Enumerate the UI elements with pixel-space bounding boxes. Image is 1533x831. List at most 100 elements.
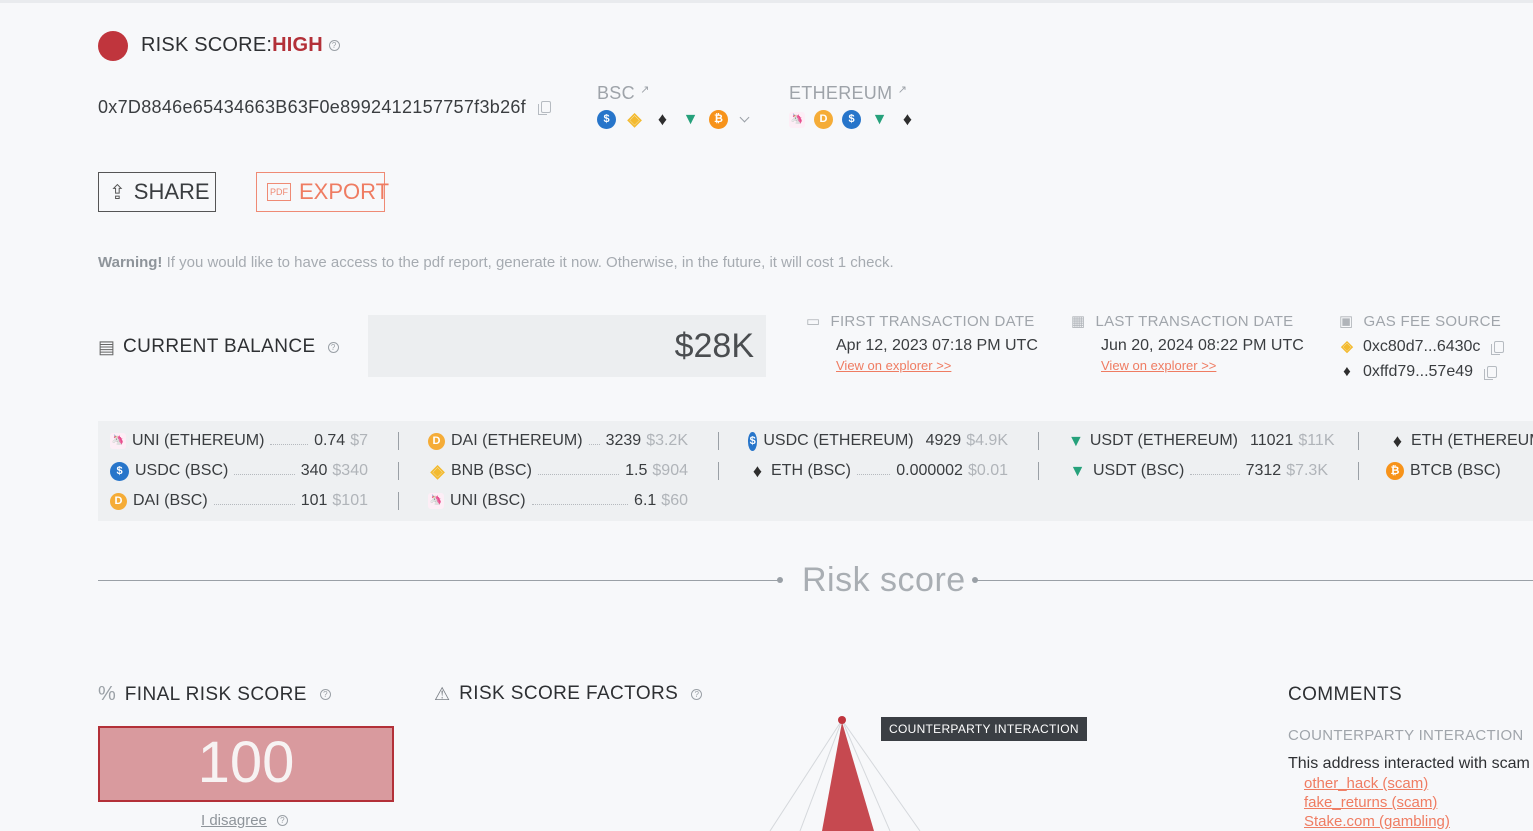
wallet-address: 0x7D8846e65434663B63F0e8992412157757f3b2… xyxy=(98,97,552,118)
holding-item: ₿ BTCB (BSC) xyxy=(1386,456,1533,486)
usdc-icon: $ xyxy=(748,431,758,451)
comment-link[interactable]: Stake.com (gambling) xyxy=(1304,813,1450,830)
comment-heading: COUNTERPARTY INTERACTION xyxy=(1288,727,1524,744)
share-label: SHARE xyxy=(133,179,210,204)
holding-usd: $4.9K xyxy=(966,432,1008,449)
network-name: BSC xyxy=(597,83,635,103)
risk-indicator-dot xyxy=(98,31,128,61)
last-tx-explorer-link[interactable]: View on explorer >> xyxy=(1101,358,1304,373)
holding-usd: $904 xyxy=(652,462,688,479)
holding-amount: 6.1 xyxy=(634,492,657,509)
share-icon: ⇪ xyxy=(109,181,126,204)
export-label: EXPORT xyxy=(299,179,390,204)
eth-icon: ♦ xyxy=(657,109,668,129)
risk-score-title: RISK SCORE:HIGH ? xyxy=(141,34,340,57)
holding-item: 🦄 UNI (ETHEREUM) 0.74 $7 xyxy=(110,426,368,456)
comment-link[interactable]: other_hack (scam) xyxy=(1304,775,1428,792)
address-text: 0x7D8846e65434663B63F0e8992412157757f3b2… xyxy=(98,97,526,117)
uni-icon: 🦄 xyxy=(428,493,444,509)
divider xyxy=(398,492,399,510)
copy-icon[interactable] xyxy=(1484,365,1498,380)
balance-label: CURRENT BALANCE xyxy=(123,336,316,357)
dotted-leader xyxy=(213,503,295,505)
usdt-icon: ▼ xyxy=(871,111,888,128)
holding-name: USDT (ETHEREUM) xyxy=(1089,432,1238,449)
holding-usd: $11K xyxy=(1298,432,1335,449)
chevron-down-icon[interactable] xyxy=(739,112,750,123)
last-tx-label: LAST TRANSACTION DATE xyxy=(1095,312,1294,330)
dotted-leader xyxy=(1190,473,1240,475)
btc-icon: ₿ xyxy=(1386,462,1404,480)
holding-amount: 0.74 xyxy=(314,432,346,449)
holding-item: ♦ ETH (BSC) 0.000002 $0.01 xyxy=(748,456,1008,486)
holding-amount: 101 xyxy=(300,492,328,509)
calendar-arrow-icon: ▭ xyxy=(806,313,821,330)
network-ethereum: ETHEREUM ↗ 🦄 D $ ▼ ♦ xyxy=(789,83,917,129)
holding-item: D DAI (ETHEREUM) 3239 $3.2K xyxy=(428,426,688,456)
help-icon[interactable]: ? xyxy=(276,815,288,826)
pdf-warning: Warning! If you would like to have acces… xyxy=(98,254,894,271)
bnb-icon: ◈ xyxy=(627,109,642,129)
chart-tooltip: COUNTERPARTY INTERACTION xyxy=(881,717,1087,741)
holding-item: ▼ USDT (ETHEREUM) 11021 $11K xyxy=(1068,426,1335,456)
eth-icon: ♦ xyxy=(1343,363,1351,380)
wallet-icon: ▣ xyxy=(1339,313,1354,330)
holding-name: DAI (BSC) xyxy=(133,492,208,509)
warning-triangle-icon: ⚠ xyxy=(434,683,451,704)
last-transaction: ▦ LAST TRANSACTION DATE Jun 20, 2024 08:2… xyxy=(1071,312,1304,374)
risk-factors-header: ⚠ RISK SCORE FACTORS ? xyxy=(434,683,703,705)
share-button[interactable]: ⇪ SHARE xyxy=(98,172,216,212)
holding-name: USDT (BSC) xyxy=(1093,462,1185,479)
holding-amount: 0.000002 xyxy=(896,462,963,479)
divider xyxy=(1358,462,1359,480)
divider xyxy=(1038,432,1039,450)
usdc-icon: $ xyxy=(597,110,616,129)
balance-label-group: ▤ CURRENT BALANCE ? xyxy=(98,336,339,358)
divider-dot xyxy=(777,577,783,583)
external-link-icon[interactable]: ↗ xyxy=(640,84,650,96)
holding-item: $ USDC (BSC) 340 $340 xyxy=(110,456,368,486)
external-link-icon[interactable]: ↗ xyxy=(898,84,908,96)
holding-name: BTCB (BSC) xyxy=(1410,462,1501,479)
first-tx-explorer-link[interactable]: View on explorer >> xyxy=(836,358,1038,373)
holding-item: D DAI (BSC) 101 $101 xyxy=(110,486,368,516)
holding-amount: 11021 xyxy=(1250,432,1294,449)
holding-usd: $7 xyxy=(350,432,368,449)
holding-name: USDC (ETHEREUM) xyxy=(763,432,914,449)
comments-label: COMMENTS xyxy=(1288,684,1403,705)
first-tx-date: Apr 12, 2023 07:18 PM UTC xyxy=(836,337,1038,354)
bnb-icon: ◈ xyxy=(1341,338,1353,355)
eth-icon: ♦ xyxy=(752,460,763,481)
holding-item: $ USDC (ETHEREUM) 4929 $4.9K xyxy=(748,426,1008,456)
divider xyxy=(398,432,399,450)
last-tx-date: Jun 20, 2024 08:22 PM UTC xyxy=(1101,337,1304,354)
comment-link[interactable]: fake_returns (scam) xyxy=(1304,794,1437,811)
disagree-group: I disagree ? xyxy=(201,812,288,829)
help-icon[interactable]: ? xyxy=(319,689,331,700)
help-icon[interactable]: ? xyxy=(691,688,703,700)
holding-amount: 1.5 xyxy=(625,462,648,479)
percent-icon: % xyxy=(98,683,116,705)
radar-point[interactable] xyxy=(838,716,846,724)
dotted-leader xyxy=(270,443,309,445)
holding-amount: 3239 xyxy=(605,432,642,449)
usdc-icon: $ xyxy=(110,461,129,481)
risk-level: HIGH xyxy=(272,34,323,56)
section-title: Risk score xyxy=(802,561,966,599)
copy-icon[interactable] xyxy=(1491,340,1505,355)
section-divider-left xyxy=(98,580,780,581)
usdt-icon: ▼ xyxy=(682,111,699,128)
network-name: ETHEREUM xyxy=(789,83,893,103)
disagree-link[interactable]: I disagree xyxy=(201,812,267,829)
risk-factors-label: RISK SCORE FACTORS xyxy=(459,683,679,704)
bnb-icon: ◈ xyxy=(430,460,445,481)
copy-icon[interactable] xyxy=(538,101,552,115)
help-icon[interactable]: ? xyxy=(327,341,339,353)
export-button[interactable]: PDF EXPORT xyxy=(256,172,389,212)
help-icon[interactable]: ? xyxy=(328,40,340,52)
dotted-leader xyxy=(588,443,600,445)
holding-usd: $3.2K xyxy=(646,432,688,449)
gas-label: GAS FEE SOURCE xyxy=(1363,312,1502,330)
holding-item: ◈ BNB (BSC) 1.5 $904 xyxy=(428,456,688,486)
final-risk-label: FINAL RISK SCORE xyxy=(124,683,307,705)
